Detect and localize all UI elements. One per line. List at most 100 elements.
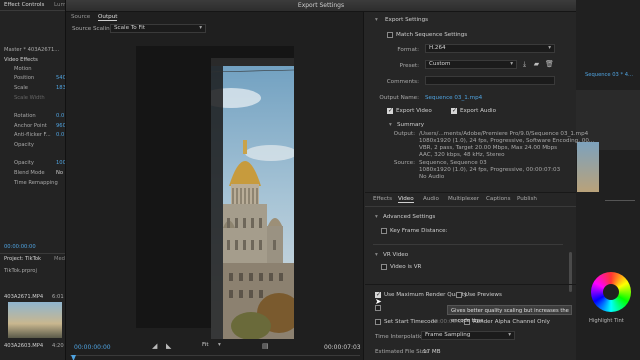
preview-pane: Source Output Source Scaling: Scale To F… xyxy=(66,12,364,360)
opacity-section-label[interactable]: Opacity xyxy=(14,142,34,148)
import-project-checkbox[interactable] xyxy=(375,305,381,311)
delete-preset-icon[interactable]: 🗑 xyxy=(545,61,554,68)
clip-thumbnail[interactable] xyxy=(8,302,62,338)
settings-scrollbar[interactable] xyxy=(569,252,572,292)
preset-value: Custom xyxy=(429,61,451,67)
summary-output-line: /Users/...ments/Adobe/Premiere Pro/9.0/S… xyxy=(419,131,589,137)
format-value: H.264 xyxy=(429,45,446,51)
anchor-point-label: Anchor Point xyxy=(14,123,47,129)
scale-width-label: Scale Width xyxy=(14,95,45,101)
comments-label: Comments: xyxy=(386,79,419,85)
output-name-label: Output Name: xyxy=(379,95,419,101)
blend-mode-value[interactable]: No xyxy=(56,170,63,176)
collapse-icon[interactable]: ▾ xyxy=(375,214,378,220)
collapse-icon[interactable]: ▾ xyxy=(389,122,392,128)
tab-multiplexer[interactable]: Multiplexer xyxy=(448,196,479,202)
motion-label[interactable]: Motion xyxy=(14,66,32,72)
collapse-icon[interactable]: ▾ xyxy=(375,252,378,258)
collapse-icon[interactable]: ▾ xyxy=(375,17,378,23)
tab-project[interactable]: Project: TikTok xyxy=(4,256,41,262)
preset-select[interactable]: Custom ▾ xyxy=(425,60,517,69)
position-label: Position xyxy=(14,75,35,81)
aspect-ratio-icon[interactable]: ▤ xyxy=(262,342,269,350)
settings-tabs: Effects Video Audio Multiplexer Captions… xyxy=(365,196,576,205)
tab-media[interactable]: Med xyxy=(54,256,65,262)
scale-label: Scale xyxy=(14,85,28,91)
chevron-down-icon: ▾ xyxy=(218,342,221,348)
tab-captions[interactable]: Captions xyxy=(486,196,511,202)
current-timecode[interactable]: 00:00:00:00 xyxy=(74,344,111,351)
chevron-down-icon: ▾ xyxy=(508,332,511,338)
comments-input[interactable] xyxy=(425,76,555,85)
output-name-link[interactable]: Sequence 03_1.mp4 xyxy=(425,95,482,101)
tab-video[interactable]: Video xyxy=(398,196,414,203)
clip-duration: 6:01 xyxy=(52,294,64,300)
in-point-icon[interactable]: ◢ xyxy=(152,342,157,350)
time-remapping-label[interactable]: Time Remapping xyxy=(14,180,58,186)
use-previews-checkbox[interactable] xyxy=(456,292,462,298)
summary-heading: Summary xyxy=(397,122,425,128)
clip-name[interactable]: 403A2671.MP4 xyxy=(4,294,43,300)
master-clip-label: Master * 403A2671... xyxy=(4,47,60,53)
summary-output-line: VBR, 2 pass, Target 20.00 Mbps, Max 24.0… xyxy=(419,145,558,151)
tab-effect-controls[interactable]: Effect Controls xyxy=(4,2,44,8)
use-previews-label: Use Previews xyxy=(465,292,502,298)
source-range-timeline[interactable] xyxy=(70,355,360,360)
tab-output[interactable]: Output xyxy=(98,14,118,21)
source-scaling-value: Scale To Fit xyxy=(114,25,146,31)
rotation-value[interactable]: 0.0 xyxy=(56,113,64,119)
summary-source-line: Sequence, Sequence 03 xyxy=(419,160,487,166)
export-video-label: Export Video xyxy=(396,108,432,114)
video-effects-label: Video Effects xyxy=(4,57,38,63)
dialog-titlebar[interactable]: Export Settings xyxy=(66,0,576,12)
slider-track[interactable] xyxy=(605,200,635,201)
tab-sequence[interactable]: Sequence 03 * 4... xyxy=(585,72,633,78)
key-frame-distance-checkbox[interactable] xyxy=(381,228,387,234)
estimated-size-value: 17 MB xyxy=(423,349,441,355)
key-frame-distance-label: Key Frame Distance: xyxy=(390,228,448,234)
cathedral-preview-image xyxy=(211,58,294,339)
anti-flicker-value[interactable]: 0.0 xyxy=(56,132,64,138)
timeline-clip[interactable] xyxy=(577,142,599,192)
match-sequence-checkbox[interactable] xyxy=(387,32,393,38)
tab-publish[interactable]: Publish xyxy=(517,196,537,202)
export-video-checkbox[interactable] xyxy=(387,107,393,114)
clip-name-2[interactable]: 403A2603.MP4 xyxy=(4,343,43,349)
effect-timecode[interactable]: 00:00:00:00 xyxy=(4,244,36,250)
import-preset-icon[interactable]: ▰ xyxy=(533,61,540,68)
summary-source-line: No Audio xyxy=(419,174,445,180)
set-start-timecode-checkbox[interactable] xyxy=(375,319,381,325)
blend-mode-label: Blend Mode xyxy=(14,170,45,176)
color-wheel-center xyxy=(603,284,619,300)
out-point-icon[interactable]: ◣ xyxy=(166,342,171,350)
opacity-label: Opacity xyxy=(14,160,34,166)
match-sequence-label: Match Sequence Settings xyxy=(396,32,468,38)
source-scaling-label: Source Scaling: xyxy=(72,26,116,32)
advanced-settings-heading: Advanced Settings xyxy=(383,214,436,220)
project-file-label: TikTok.prproj xyxy=(4,268,37,274)
source-scaling-select[interactable]: Scale To Fit ▾ xyxy=(110,24,206,33)
summary-source-label: Source: xyxy=(393,160,415,166)
tab-audio[interactable]: Audio xyxy=(423,196,439,202)
summary-output-label: Output: xyxy=(393,131,415,137)
save-preset-icon[interactable]: ⤓ xyxy=(521,61,528,68)
video-preview-frame xyxy=(211,58,294,339)
video-is-vr-checkbox[interactable] xyxy=(381,264,387,270)
time-interpolation-value: Frame Sampling xyxy=(425,332,471,338)
export-audio-checkbox[interactable] xyxy=(451,107,457,114)
export-settings-dialog: Export Settings Source Output Source Sca… xyxy=(65,0,594,360)
time-interpolation-select[interactable]: Frame Sampling ▾ xyxy=(421,331,515,340)
max-render-quality-label: Use Maximum Render Quality xyxy=(384,292,468,298)
summary-source-line: 1080x1920 (1.0), 24 fps, Progressive, 00… xyxy=(419,167,561,173)
format-select[interactable]: H.264 ▾ xyxy=(425,44,555,53)
export-settings-heading: Export Settings xyxy=(385,17,429,23)
preset-label: Preset: xyxy=(399,63,419,69)
zoom-fit-select[interactable]: Fit ▾ xyxy=(202,342,232,351)
set-start-timecode-label: Set Start Timecode xyxy=(384,319,438,325)
tab-source[interactable]: Source xyxy=(71,14,90,20)
effect-controls-panel: Effect Controls Lum Master * 403A2671...… xyxy=(0,0,66,360)
estimated-size-label: Estimated File Size: xyxy=(375,349,430,355)
zoom-fit-value: Fit xyxy=(202,342,209,348)
chevron-down-icon: ▾ xyxy=(510,61,513,67)
tab-effects[interactable]: Effects xyxy=(373,196,392,202)
